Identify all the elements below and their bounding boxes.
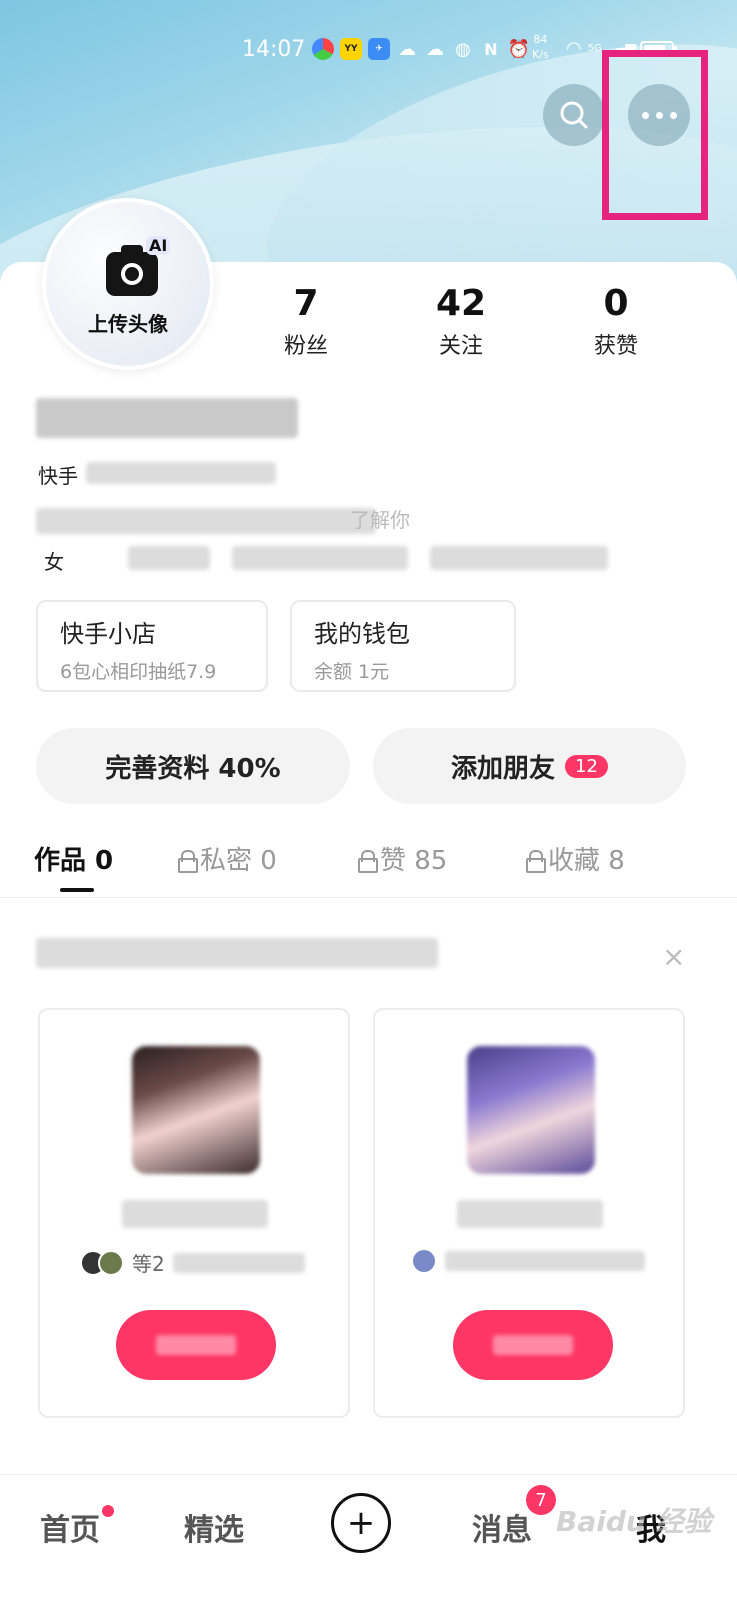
kuaishou-id-blurred[interactable]: [86, 462, 276, 484]
mutual-friends-info: [411, 1248, 645, 1274]
tab-likes[interactable]: 赞 85: [358, 840, 447, 877]
followers-count: 7: [293, 283, 319, 324]
ai-badge: AI: [146, 236, 171, 255]
alarm-icon: ⏰: [507, 38, 531, 60]
content-tabs: 作品 0 私密 0 赞 85 收藏 8: [0, 830, 737, 898]
messages-badge: 7: [526, 1485, 556, 1515]
upload-avatar-label: 上传头像: [88, 312, 168, 336]
stat-likes-received[interactable]: 0 获赞: [556, 284, 676, 360]
shop-title: 快手小店: [60, 620, 156, 648]
wallet-card[interactable]: 我的钱包 余额 1元: [290, 600, 516, 692]
plus-icon: +: [346, 1503, 376, 1543]
baidu-watermark: Baidu 经验: [556, 1505, 712, 1538]
likes-received-count: 0: [603, 283, 629, 324]
shop-subtitle: 6包心相印抽纸7.9: [60, 661, 217, 683]
paper-plane-icon: ✈: [368, 38, 390, 60]
lock-icon: [178, 849, 198, 873]
wallet-title: 我的钱包: [314, 620, 410, 648]
recommended-user-name-blurred: [457, 1200, 603, 1228]
mutual-avatar: [411, 1248, 437, 1274]
recommended-user-avatar[interactable]: [467, 1046, 595, 1174]
recommend-user-card[interactable]: 等2: [38, 1008, 350, 1418]
follow-button[interactable]: [453, 1310, 613, 1380]
add-friends-button[interactable]: 添加朋友 12: [373, 728, 686, 804]
status-app-icons: YY ✈ ☁ ☁ ◍ N ⏰: [312, 38, 530, 60]
bio-visible-text: 了解你: [350, 508, 410, 532]
nav-home[interactable]: 首页: [40, 1505, 100, 1549]
hd-icon: ◍: [455, 38, 471, 60]
yy-icon: YY: [340, 38, 362, 60]
wallet-subtitle: 余额 1元: [314, 661, 390, 683]
mutual-friends-info: 等2: [80, 1248, 305, 1277]
recommend-title-blurred: [36, 938, 438, 968]
bio-blurred[interactable]: [36, 508, 376, 534]
status-time: 14:07: [242, 37, 306, 62]
mutual-avatar: [98, 1249, 124, 1276]
following-count: 42: [435, 283, 487, 324]
nav-messages[interactable]: 消息: [472, 1505, 532, 1549]
tab-favorites[interactable]: 收藏 8: [526, 840, 625, 877]
recommend-user-card[interactable]: [373, 1008, 685, 1418]
app-notification-icon: [312, 38, 334, 60]
lock-icon: [358, 849, 378, 873]
upload-avatar-button[interactable]: AI 上传头像: [42, 198, 214, 370]
username-blurred[interactable]: [36, 398, 298, 438]
nfc-icon: N: [484, 39, 498, 59]
active-tab-indicator: [60, 888, 94, 892]
tag-blurred: [232, 546, 408, 570]
add-friends-label: 添加朋友: [451, 753, 556, 784]
search-button[interactable]: [543, 84, 605, 146]
annotation-highlight-box: [602, 50, 708, 220]
create-post-button[interactable]: +: [331, 1493, 391, 1553]
cloud-icon: ☁: [398, 38, 416, 60]
network-speed: 84 K/s: [532, 33, 549, 61]
follow-button[interactable]: [116, 1310, 276, 1380]
stat-followers[interactable]: 7 粉丝: [246, 284, 366, 360]
likes-received-label: 获赞: [593, 334, 638, 359]
recommended-user-avatar[interactable]: [132, 1046, 260, 1174]
cloud-icon: ☁: [426, 38, 444, 60]
followers-label: 粉丝: [283, 334, 328, 359]
signal-label: 5G: [587, 43, 602, 54]
wifi-icon: ◠: [566, 38, 582, 59]
nav-featured[interactable]: 精选: [184, 1505, 244, 1549]
complete-profile-button[interactable]: 完善资料 40%: [36, 728, 350, 804]
kuaishou-shop-card[interactable]: 快手小店 6包心相印抽纸7.9: [36, 600, 268, 692]
tag-blurred: [430, 546, 608, 570]
recommended-user-name-blurred: [122, 1200, 268, 1228]
gender-label: 女: [44, 550, 64, 574]
tab-private[interactable]: 私密 0: [178, 840, 277, 877]
following-label: 关注: [438, 334, 483, 359]
close-icon[interactable]: ×: [662, 940, 685, 973]
tag-blurred: [128, 546, 210, 570]
home-notification-dot: [102, 1505, 114, 1517]
search-icon: [560, 101, 588, 129]
kuaishou-id-label: 快手: [38, 464, 78, 488]
lock-icon: [526, 849, 546, 873]
tab-works[interactable]: 作品 0: [34, 840, 113, 877]
complete-profile-label: 完善资料 40%: [105, 753, 281, 784]
stat-following[interactable]: 42 关注: [401, 284, 521, 360]
add-friends-badge: 12: [565, 754, 608, 778]
camera-icon: [106, 245, 158, 296]
